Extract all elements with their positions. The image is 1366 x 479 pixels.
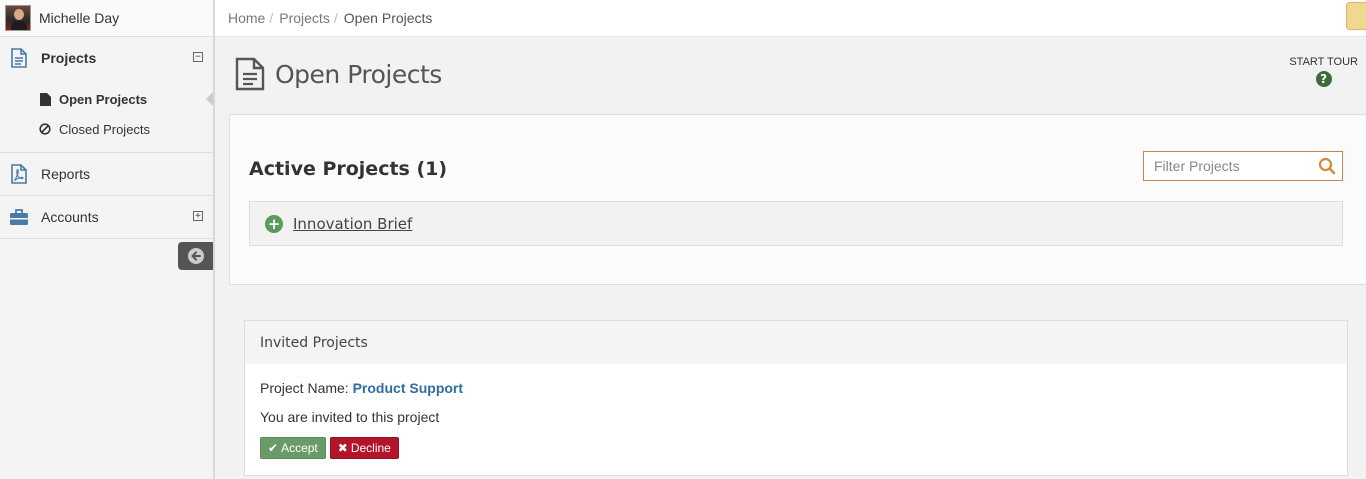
decline-button[interactable]: ✖ Decline [329,437,399,459]
filter-projects-input[interactable] [1144,152,1314,180]
sidebar-item-projects[interactable]: Projects − [0,37,213,79]
collapse-toggle-icon[interactable]: − [193,52,203,62]
avatar [5,5,31,31]
start-tour-label: START TOUR [1289,56,1358,68]
arrow-left-circle-icon [187,248,204,264]
filter-box [1143,151,1343,181]
sidebar-collapse-button[interactable] [178,242,213,270]
invited-projects-panel: Invited Projects Project Name: Product S… [244,320,1348,476]
nav-section-reports: Reports [0,153,213,196]
page-header: Open Projects START TOUR ? [215,37,1366,113]
briefcase-icon [9,207,29,227]
expand-toggle-icon[interactable]: + [193,211,203,221]
breadcrumb-separator: / [269,10,274,26]
projects-submenu: Open Projects Closed Projects [0,79,213,152]
project-name-label: Project Name: [260,380,349,396]
pdf-icon [9,164,29,184]
sidebar-item-label: Accounts [41,209,99,225]
sidebar-item-open-projects[interactable]: Open Projects [0,84,213,114]
accept-label: Accept [281,441,318,455]
invited-projects-title: Invited Projects [245,321,1347,364]
project-link[interactable]: Innovation Brief [293,215,412,233]
sidebar-item-closed-projects[interactable]: Closed Projects [0,114,213,144]
breadcrumb-separator: / [333,10,338,26]
file-icon [39,92,51,106]
sidebar-item-label: Projects [41,50,97,66]
project-name-line: Project Name: Product Support [260,380,463,396]
check-icon: ✔ [268,441,279,455]
invited-project-name[interactable]: Product Support [353,380,463,396]
project-row: + Innovation Brief [249,201,1343,246]
document-icon [9,48,29,68]
sidebar: Michelle Day Projects − Open Projects Cl… [0,0,215,479]
decline-label: Decline [350,441,391,455]
nav-section-projects: Projects − Open Projects Closed Projects [0,37,213,153]
sidebar-item-label: Closed Projects [59,121,151,137]
close-icon: ✖ [337,441,348,455]
sidebar-item-accounts[interactable]: Accounts + [0,196,213,238]
expand-plus-icon[interactable]: + [265,214,283,233]
document-icon [235,57,265,94]
nav-section-accounts: Accounts + [0,196,213,239]
image-badge-icon[interactable] [1346,2,1366,30]
help-icon: ? [1315,71,1332,87]
sidebar-item-reports[interactable]: Reports [0,153,213,195]
accept-button[interactable]: ✔ Accept [260,437,326,459]
user-profile[interactable]: Michelle Day [0,0,213,37]
breadcrumb-current: Open Projects [343,10,433,26]
breadcrumb: Home / Projects / Open Projects [215,0,1366,37]
ban-icon [39,123,51,135]
search-icon[interactable] [1318,157,1336,178]
active-indicator [206,92,213,106]
page-title: Open Projects [275,60,442,89]
sidebar-item-label: Reports [41,166,91,182]
sidebar-item-label: Open Projects [59,91,148,107]
active-projects-title: Active Projects (1) [249,158,448,180]
breadcrumb-projects[interactable]: Projects [279,10,330,26]
start-tour-button[interactable]: START TOUR ? [1289,56,1358,87]
user-name: Michelle Day [39,10,120,26]
breadcrumb-home[interactable]: Home [228,10,265,26]
invite-actions: ✔ Accept ✖ Decline [260,437,399,459]
active-projects-panel: Active Projects (1) + Innovation Brief [229,114,1366,285]
invite-message: You are invited to this project [260,409,440,425]
main-content: Home / Projects / Open Projects Open Pro… [215,0,1366,479]
